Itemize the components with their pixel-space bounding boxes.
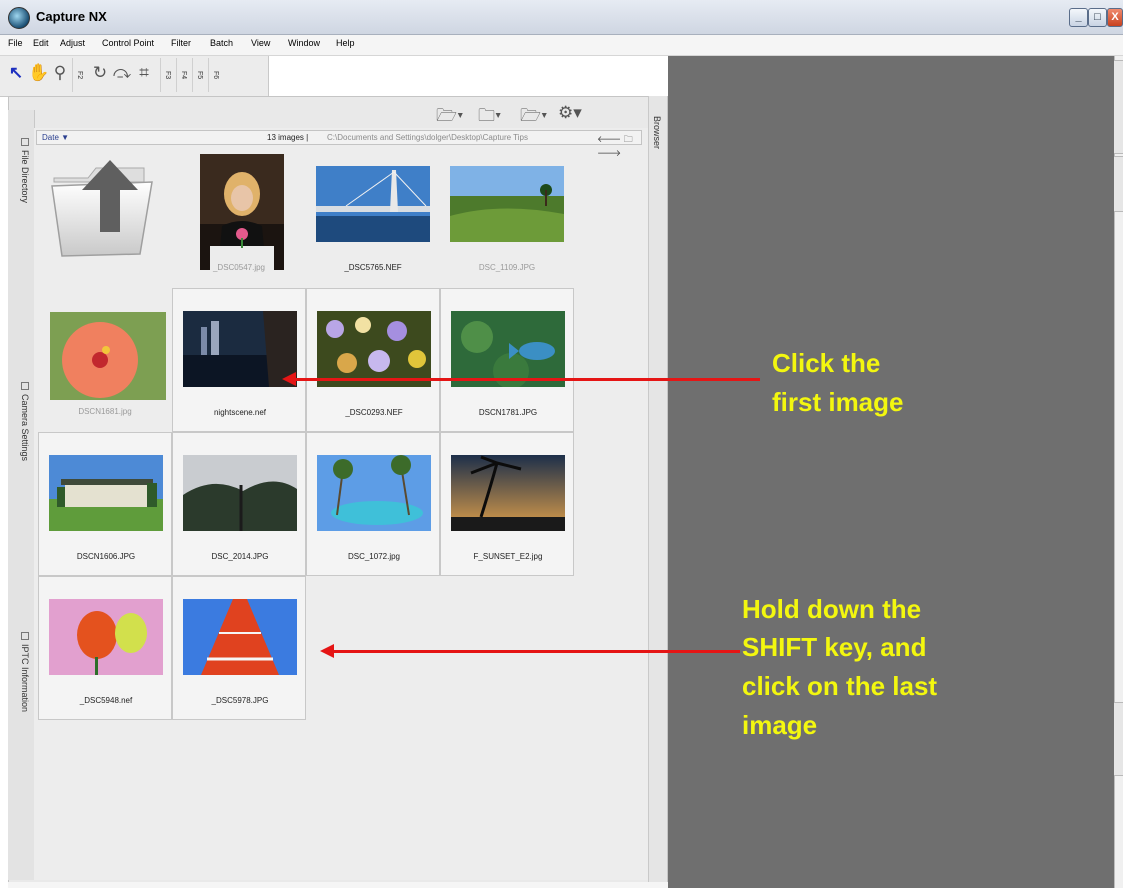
annotation-last-line2: SHIFT key, and xyxy=(742,632,927,662)
thumbnail[interactable]: _DSC0293.NEF xyxy=(306,288,440,432)
menu-bar: File Edit Adjust Control Point Filter Ba… xyxy=(0,35,1123,56)
thumbnail-caption: _DSC5948.nef xyxy=(79,696,133,705)
thumbnail[interactable]: _DSC0547.jpg xyxy=(172,144,306,288)
thumbnail-caption: DSCN1606.JPG xyxy=(76,552,136,561)
arrowhead-icon xyxy=(320,644,334,658)
house-photo xyxy=(49,455,163,531)
thumbnail[interactable]: DSCN1606.JPG xyxy=(38,432,172,576)
hand-tool-icon[interactable]: ✋ xyxy=(28,62,49,84)
editor-workspace xyxy=(668,56,1114,888)
thumbnail[interactable]: DSC_1109.JPG xyxy=(440,144,574,288)
thumbnail-grid: _DSC0547.jpg _DSC5765.NEF DSC_1109.JPG D… xyxy=(34,128,648,880)
direct-select-tool-icon[interactable]: ↖ xyxy=(6,62,26,84)
night-scene-photo xyxy=(183,311,297,387)
tree-photo xyxy=(183,455,297,531)
thumbnail-caption: DSCN1781.JPG xyxy=(478,408,538,417)
title-bar: Capture NX _ □ X xyxy=(0,0,1123,35)
fkey-f2[interactable]: F2 xyxy=(72,58,83,92)
sort-dropdown[interactable]: Date ▼ xyxy=(42,133,69,142)
hibiscus-photo xyxy=(50,312,166,400)
fkey-f6[interactable]: F6 xyxy=(208,58,219,92)
thumbnail-caption: _DSC5765.NEF xyxy=(344,263,402,272)
back-forward-icon[interactable]: 🡐 🗀 🡒 xyxy=(597,132,641,159)
menu-view[interactable]: View xyxy=(251,38,270,48)
thumbnail-caption: _DSC0293.NEF xyxy=(345,408,403,417)
annotation-first-line2: first image xyxy=(772,387,904,417)
tab-camera-settings[interactable]: Camera Settings xyxy=(20,382,30,461)
thumbnail[interactable]: F_SUNSET_E2.jpg xyxy=(440,432,574,576)
annotation-last-line1: Hold down the xyxy=(742,594,922,624)
sunset-photo xyxy=(451,455,565,531)
thumbnail[interactable]: _DSC5948.nef xyxy=(38,576,172,720)
thumbnail-caption: DSCN1681.jpg xyxy=(78,407,132,416)
annotation-arrow xyxy=(330,650,740,653)
thumbnail-caption: DSC_1072.jpg xyxy=(347,552,401,561)
tulip-photo xyxy=(49,599,163,675)
browser-toolbar: 🗁▾ 🗀▾ 🗁▾ ⚙▾ xyxy=(430,100,600,128)
thumbnail-caption: nightscene.nef xyxy=(213,408,267,417)
menu-control-point[interactable]: Control Point xyxy=(102,38,154,48)
thumbnail-caption: DSC_2014.JPG xyxy=(211,552,269,561)
browser-label: Browser xyxy=(652,116,662,150)
thumbnail[interactable]: _DSC5765.NEF xyxy=(306,144,440,288)
fkey-f3[interactable]: F3 xyxy=(160,58,171,92)
crop-tool-icon[interactable]: ⌗ xyxy=(134,62,154,84)
browser-header: Date ▼ 13 images | C:\Documents and Sett… xyxy=(36,130,642,158)
menu-edit[interactable]: Edit xyxy=(33,38,49,48)
thumbnail-caption: DSC_1109.JPG xyxy=(478,263,536,272)
annotation-last-line3: click on the last xyxy=(742,671,938,701)
tab-iptc-information[interactable]: IPTC Information xyxy=(20,632,30,712)
folder-path: C:\Documents and Settings\dolger\Desktop… xyxy=(327,133,528,142)
parent-folder-tile[interactable] xyxy=(38,144,172,288)
window-title: Capture NX xyxy=(36,9,107,24)
right-palette-tab[interactable] xyxy=(1114,60,1123,154)
annotation-first-line1: Click the xyxy=(772,348,881,378)
annotation-arrow xyxy=(290,378,760,381)
right-palette-tab[interactable] xyxy=(1114,156,1123,212)
menu-file[interactable]: File xyxy=(8,38,23,48)
thumbnail[interactable]: _DSC5978.JPG xyxy=(172,576,306,720)
fkey-f4[interactable]: F4 xyxy=(176,58,187,92)
tool-bar: ↖ ✋ ⚲ F2 ↻ ⤼ ⌗ F3 F4 F5 F6 xyxy=(0,56,269,97)
zoom-tool-icon[interactable]: ⚲ xyxy=(50,62,70,84)
browser-palette-tab[interactable]: Browser xyxy=(648,96,667,888)
bridge-photo xyxy=(316,166,430,242)
arrowhead-icon xyxy=(282,372,296,386)
thumbnail-caption: F_SUNSET_E2.jpg xyxy=(473,552,543,561)
tab-file-directory[interactable]: File Directory xyxy=(20,138,30,203)
fkey-f5[interactable]: F5 xyxy=(192,58,203,92)
thumbnail[interactable]: DSC_2014.JPG xyxy=(172,432,306,576)
close-button[interactable]: X xyxy=(1107,8,1123,27)
menu-adjust[interactable]: Adjust xyxy=(60,38,85,48)
thumbnail[interactable]: nightscene.nef xyxy=(172,288,306,432)
thumbnail[interactable]: DSCN1781.JPG xyxy=(440,288,574,432)
folder-up-icon xyxy=(51,160,153,257)
minimize-button[interactable]: _ xyxy=(1069,8,1088,27)
thumbnail[interactable]: DSCN1681.jpg xyxy=(38,288,172,432)
menu-help[interactable]: Help xyxy=(336,38,355,48)
annotation-last-line4: image xyxy=(742,710,818,740)
status-strip xyxy=(8,882,668,888)
pool-palms-photo xyxy=(317,455,431,531)
menu-window[interactable]: Window xyxy=(288,38,320,48)
right-palette-tab[interactable] xyxy=(1114,702,1123,776)
thumbnail-caption: _DSC5978.JPG xyxy=(211,696,269,705)
straighten-tool-icon[interactable]: ⤼ xyxy=(112,62,132,84)
tokyo-tower-photo xyxy=(183,599,297,675)
app-icon xyxy=(8,7,30,29)
image-count: 13 images | xyxy=(267,133,309,142)
thumbnail[interactable]: DSC_1072.jpg xyxy=(306,432,440,576)
menu-filter[interactable]: Filter xyxy=(171,38,191,48)
underwater-photo xyxy=(451,311,565,387)
maximize-button[interactable]: □ xyxy=(1088,8,1107,27)
menu-batch[interactable]: Batch xyxy=(210,38,233,48)
portrait-photo xyxy=(200,154,284,270)
side-tab-strip: File Directory Camera Settings IPTC Info… xyxy=(8,110,35,880)
rotate-tool-icon[interactable]: ↻ xyxy=(90,62,110,84)
settings-icon[interactable]: ⚙▾ xyxy=(558,103,582,123)
golf-course-photo xyxy=(450,166,564,242)
flowers-photo xyxy=(317,311,431,387)
thumbnail-caption: _DSC0547.jpg xyxy=(212,263,266,272)
